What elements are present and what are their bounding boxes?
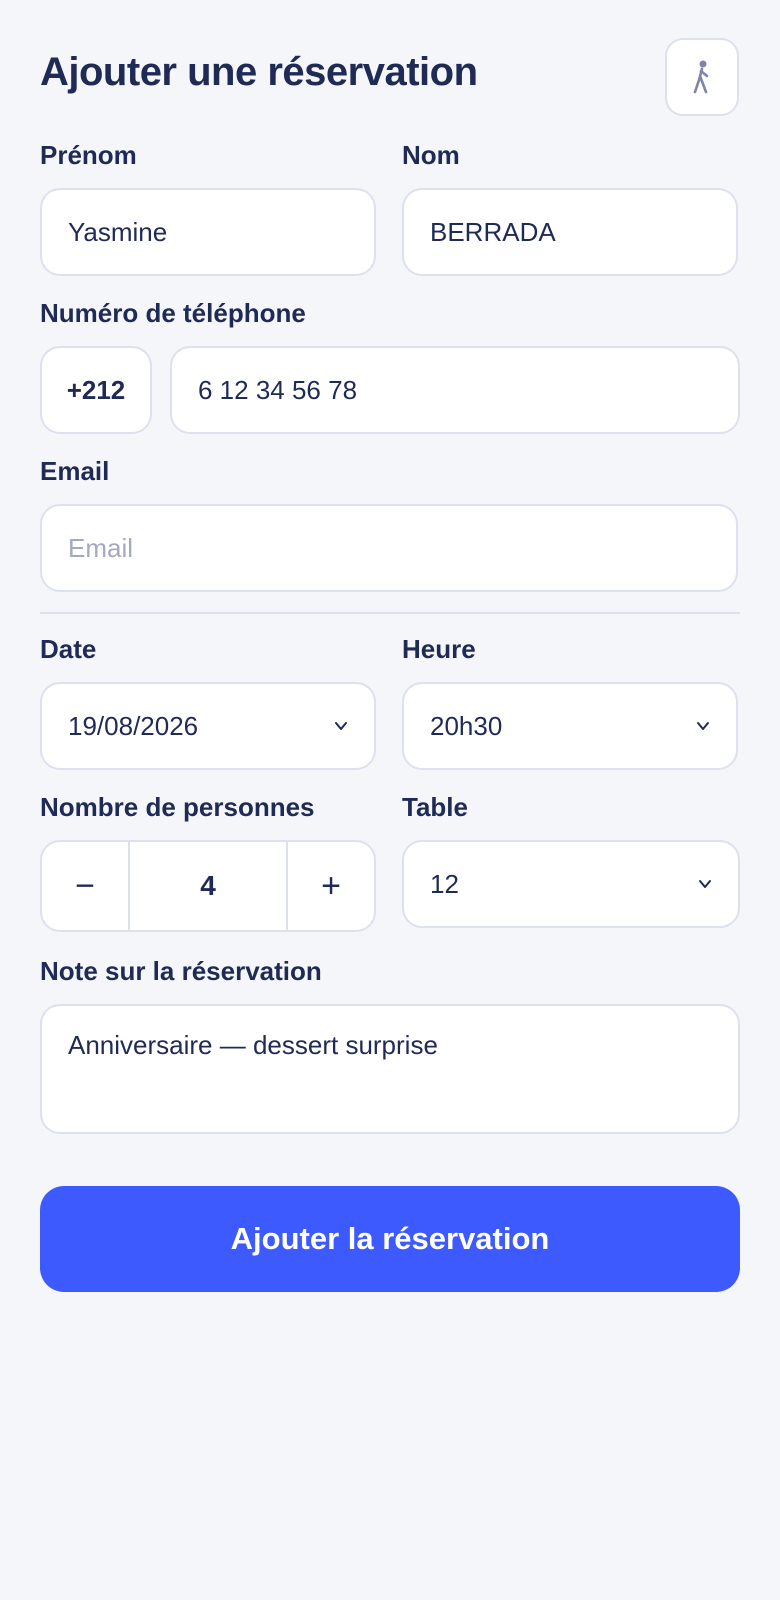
- walking-person-icon: [693, 60, 709, 94]
- table-select[interactable]: 12: [402, 840, 740, 928]
- last-name-field[interactable]: BERRADA: [402, 188, 738, 276]
- guests-stepper: − 4 +: [40, 840, 376, 932]
- email-placeholder: Email: [68, 532, 134, 563]
- guests-label: Nombre de personnes: [40, 792, 315, 822]
- page-title: Ajouter une réservation: [40, 50, 478, 94]
- guests-value[interactable]: 4: [130, 842, 286, 930]
- add-reservation-button[interactable]: Ajouter la réservation: [40, 1186, 740, 1292]
- accessibility-button[interactable]: [665, 38, 739, 116]
- email-field[interactable]: Email: [40, 504, 738, 592]
- date-label: Date: [40, 634, 97, 664]
- chevron-down-icon: [699, 880, 711, 888]
- time-label: Heure: [402, 634, 476, 664]
- time-select[interactable]: 20h30: [402, 682, 738, 770]
- chevron-down-icon: [697, 722, 709, 730]
- first-name-field[interactable]: Yasmine: [40, 188, 376, 276]
- increment-button[interactable]: +: [286, 842, 374, 930]
- phone-number-value: 6 12 34 56 78: [198, 374, 358, 405]
- section-divider: [40, 612, 740, 614]
- country-code-selector[interactable]: +212: [40, 346, 152, 434]
- reservation-form-page: Ajouter une réservation Prénom Nom Yasmi…: [0, 0, 780, 1600]
- table-label: Table: [402, 792, 468, 822]
- note-textarea[interactable]: Anniversaire — dessert surprise: [40, 1004, 740, 1134]
- date-value: 19/08/2026: [68, 710, 199, 741]
- email-label: Email: [40, 456, 110, 486]
- note-value: Anniversaire — dessert surprise: [68, 1030, 438, 1060]
- last-name-value: BERRADA: [430, 216, 556, 247]
- country-code-value: +212: [66, 374, 126, 405]
- first-name-value: Yasmine: [68, 216, 168, 247]
- phone-label: Numéro de téléphone: [40, 298, 306, 328]
- date-select[interactable]: 19/08/2026: [40, 682, 376, 770]
- phone-number-field[interactable]: 6 12 34 56 78: [170, 346, 740, 434]
- time-value: 20h30: [430, 710, 503, 741]
- table-value: 12: [430, 868, 459, 899]
- note-label: Note sur la réservation: [40, 956, 322, 986]
- decrement-button[interactable]: −: [42, 842, 130, 930]
- last-name-label: Nom: [402, 140, 460, 170]
- first-name-label: Prénom: [40, 140, 137, 170]
- chevron-down-icon: [335, 722, 347, 730]
